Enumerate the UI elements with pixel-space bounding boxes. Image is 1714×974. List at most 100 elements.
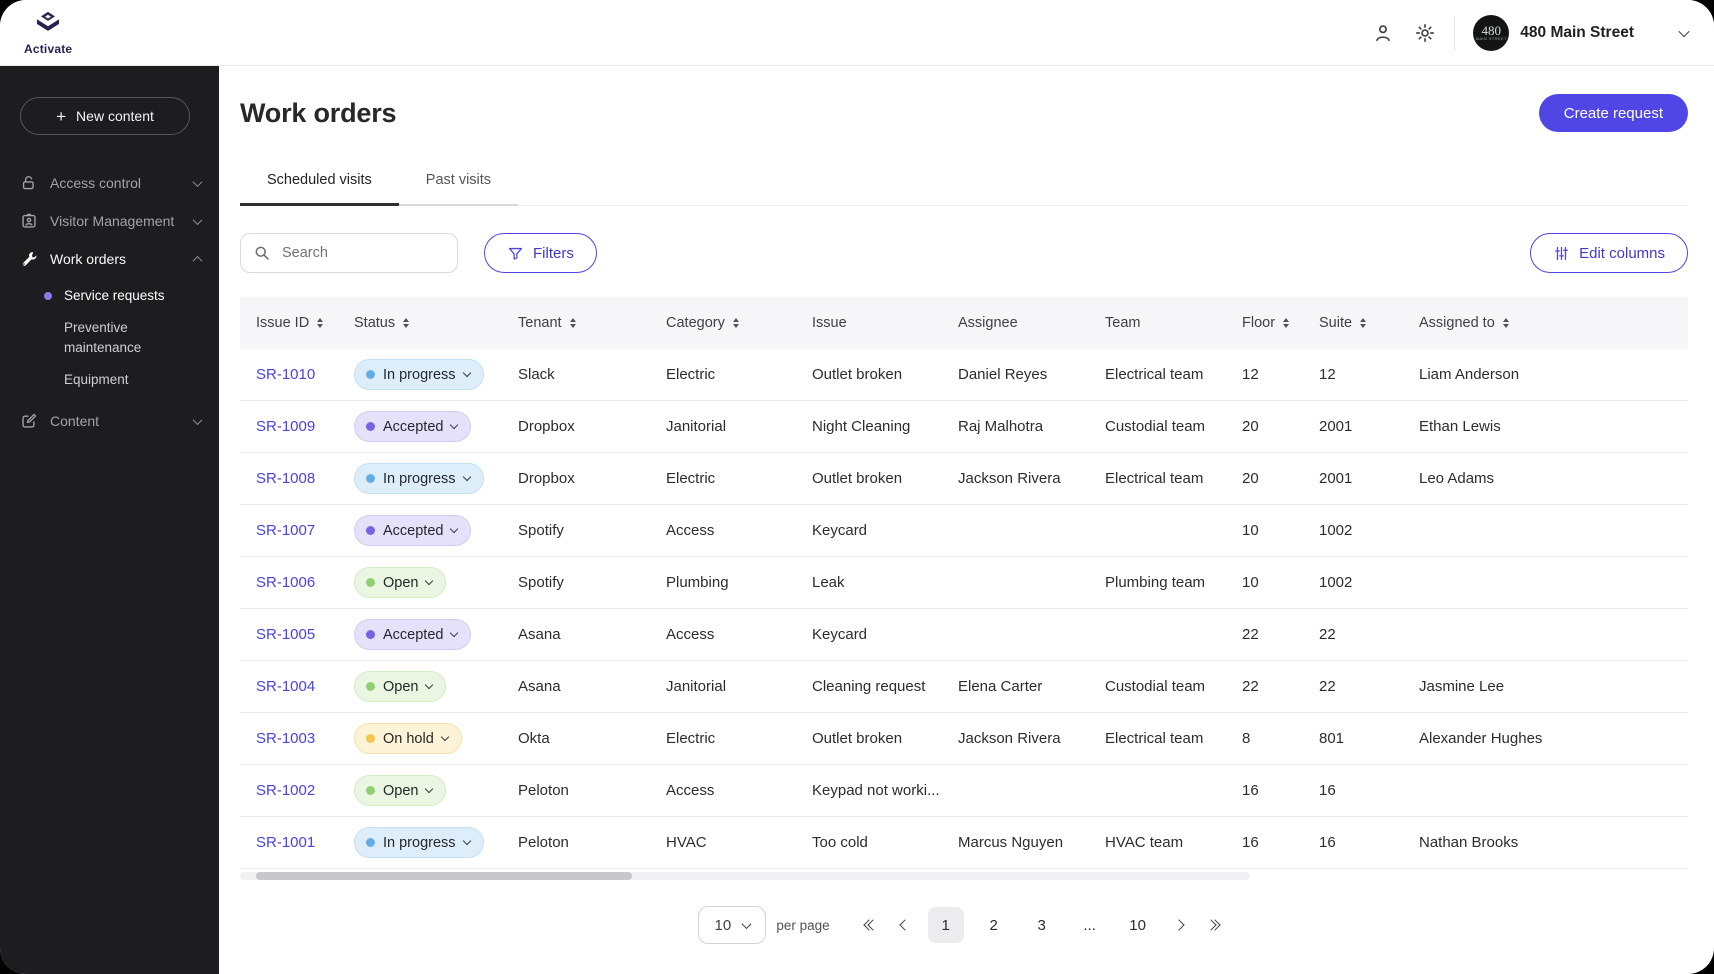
issue-id-link[interactable]: SR-1006 [256, 574, 354, 591]
per-page-select[interactable]: 10 [698, 906, 767, 944]
status-pill[interactable]: Accepted [354, 619, 472, 650]
sort-icon[interactable] [317, 317, 324, 329]
category-cell: Janitorial [666, 678, 727, 695]
sidebar-subitem-service-requests[interactable]: Service requests [20, 280, 205, 312]
chevron-down-icon [741, 918, 752, 929]
tab-scheduled-visits[interactable]: Scheduled visits [240, 172, 399, 206]
previous-page-button[interactable] [888, 908, 922, 942]
tenant-cell: Peloton [518, 782, 569, 799]
column-header-status[interactable]: Status [354, 315, 518, 331]
sort-icon[interactable] [1360, 317, 1367, 329]
status-dot [366, 838, 375, 847]
tenant-cell: Dropbox [518, 470, 575, 487]
assigned-to-cell: Leo Adams [1419, 470, 1495, 487]
status-cell: On hold [354, 723, 518, 754]
gear-icon[interactable] [1414, 22, 1436, 44]
sidebar-item-visitor-management[interactable]: Visitor Management [20, 202, 205, 240]
issue-id-link[interactable]: SR-1003 [256, 730, 354, 747]
next-page-button[interactable] [1162, 908, 1196, 942]
brand-logo: Activate [24, 11, 72, 56]
column-header-suite[interactable]: Suite [1319, 315, 1419, 331]
status-label: Accepted [383, 418, 444, 435]
suite-cell: 16 [1319, 782, 1336, 799]
issue-cell: Keycard [812, 626, 868, 643]
filters-button[interactable]: Filters [484, 233, 597, 273]
sidebar-item-content[interactable]: Content [20, 402, 205, 440]
issue-id-link[interactable]: SR-1004 [256, 678, 354, 695]
sort-icon[interactable] [403, 317, 410, 329]
person-icon[interactable] [1372, 22, 1394, 44]
column-header-assigned-to[interactable]: Assigned to [1419, 315, 1688, 331]
column-header-category[interactable]: Category [666, 315, 812, 331]
horizontal-scrollbar[interactable] [240, 872, 1250, 880]
issue-id-link[interactable]: SR-1010 [256, 366, 354, 383]
chevron-down-icon [192, 176, 203, 187]
page-1[interactable]: 1 [927, 907, 964, 943]
issue-id-link[interactable]: SR-1009 [256, 418, 354, 435]
sort-icon[interactable] [569, 317, 576, 329]
sort-icon[interactable] [1502, 317, 1509, 329]
status-pill[interactable]: In progress [354, 359, 484, 390]
building-switcher[interactable]: 480 MAIN STREET 480 Main Street [1473, 14, 1690, 51]
topbar: Activate 480 MAIN STREET 480 Main Street [0, 0, 1714, 66]
assignee-cell: Raj Malhotra [958, 418, 1044, 435]
column-header-floor[interactable]: Floor [1242, 315, 1319, 331]
status-label: On hold [383, 730, 434, 747]
chevron-down-icon [425, 680, 434, 690]
page-2[interactable]: 2 [976, 907, 1012, 943]
new-content-button[interactable]: + New content [20, 97, 190, 135]
search-input[interactable] [280, 244, 445, 262]
first-page-button[interactable] [854, 908, 888, 942]
category-cell: HVAC [666, 834, 707, 851]
issue-id-link[interactable]: SR-1001 [256, 834, 354, 851]
page-10[interactable]: 10 [1120, 907, 1156, 943]
table-row: SR-1006 Open Spotify Plumbing Leak Plumbing t… [240, 557, 1688, 609]
sidebar-subitem-preventive-maintenance[interactable]: Preventive maintenance [20, 312, 205, 364]
sort-icon[interactable] [1283, 317, 1290, 329]
tenant-cell: Asana [518, 626, 561, 643]
tenant-cell: Spotify [518, 522, 564, 539]
floor-cell: 20 [1242, 470, 1259, 487]
last-page-button[interactable] [1196, 908, 1230, 942]
status-pill[interactable]: Open [354, 671, 447, 702]
table-row: SR-1003 On hold Okta Electric Outlet broken J… [240, 713, 1688, 765]
issue-id-link[interactable]: SR-1005 [256, 626, 354, 643]
sidebar-item-work-orders[interactable]: Work orders [20, 240, 205, 278]
chevron-down-icon [425, 576, 434, 586]
chevron-down-icon [462, 368, 471, 378]
status-dot [366, 370, 375, 379]
column-header-issue: Issue [812, 315, 958, 331]
status-pill[interactable]: Open [354, 567, 447, 598]
status-pill[interactable]: In progress [354, 827, 484, 858]
category-cell: Electric [666, 730, 716, 747]
status-pill[interactable]: Accepted [354, 515, 472, 546]
sidebar-item-access-control[interactable]: Access control [20, 164, 205, 202]
create-request-button[interactable]: Create request [1538, 94, 1688, 132]
active-item-dot [44, 292, 52, 300]
assigned-to-cell: Liam Anderson [1419, 366, 1520, 383]
status-pill[interactable]: In progress [354, 463, 484, 494]
column-label: Tenant [518, 315, 562, 331]
floor-cell: 22 [1242, 626, 1259, 643]
status-pill[interactable]: On hold [354, 723, 462, 754]
tenant-cell: Okta [518, 730, 550, 747]
column-header-tenant[interactable]: Tenant [518, 315, 666, 331]
status-pill[interactable]: Open [354, 775, 447, 806]
scrollbar-thumb[interactable] [256, 872, 632, 880]
building-name: 480 Main Street [1520, 23, 1634, 41]
issue-id-link[interactable]: SR-1007 [256, 522, 354, 539]
sort-icon[interactable] [732, 317, 739, 329]
tab-past-visits[interactable]: Past visits [398, 172, 519, 206]
suite-cell: 22 [1319, 626, 1336, 643]
issue-cell: Leak [812, 574, 845, 591]
page-3[interactable]: 3 [1024, 907, 1060, 943]
per-page-value: 10 [714, 916, 732, 934]
issue-id-link[interactable]: SR-1008 [256, 470, 354, 487]
column-header-issue-id[interactable]: Issue ID [256, 315, 354, 331]
status-pill[interactable]: Accepted [354, 411, 472, 442]
issue-id-link[interactable]: SR-1002 [256, 782, 354, 799]
topbar-actions: 480 MAIN STREET 480 Main Street [1372, 14, 1690, 51]
sidebar-subitem-equipment[interactable]: Equipment [20, 364, 205, 396]
edit-columns-button[interactable]: Edit columns [1530, 233, 1688, 273]
assigned-to-cell: Nathan Brooks [1419, 834, 1519, 851]
